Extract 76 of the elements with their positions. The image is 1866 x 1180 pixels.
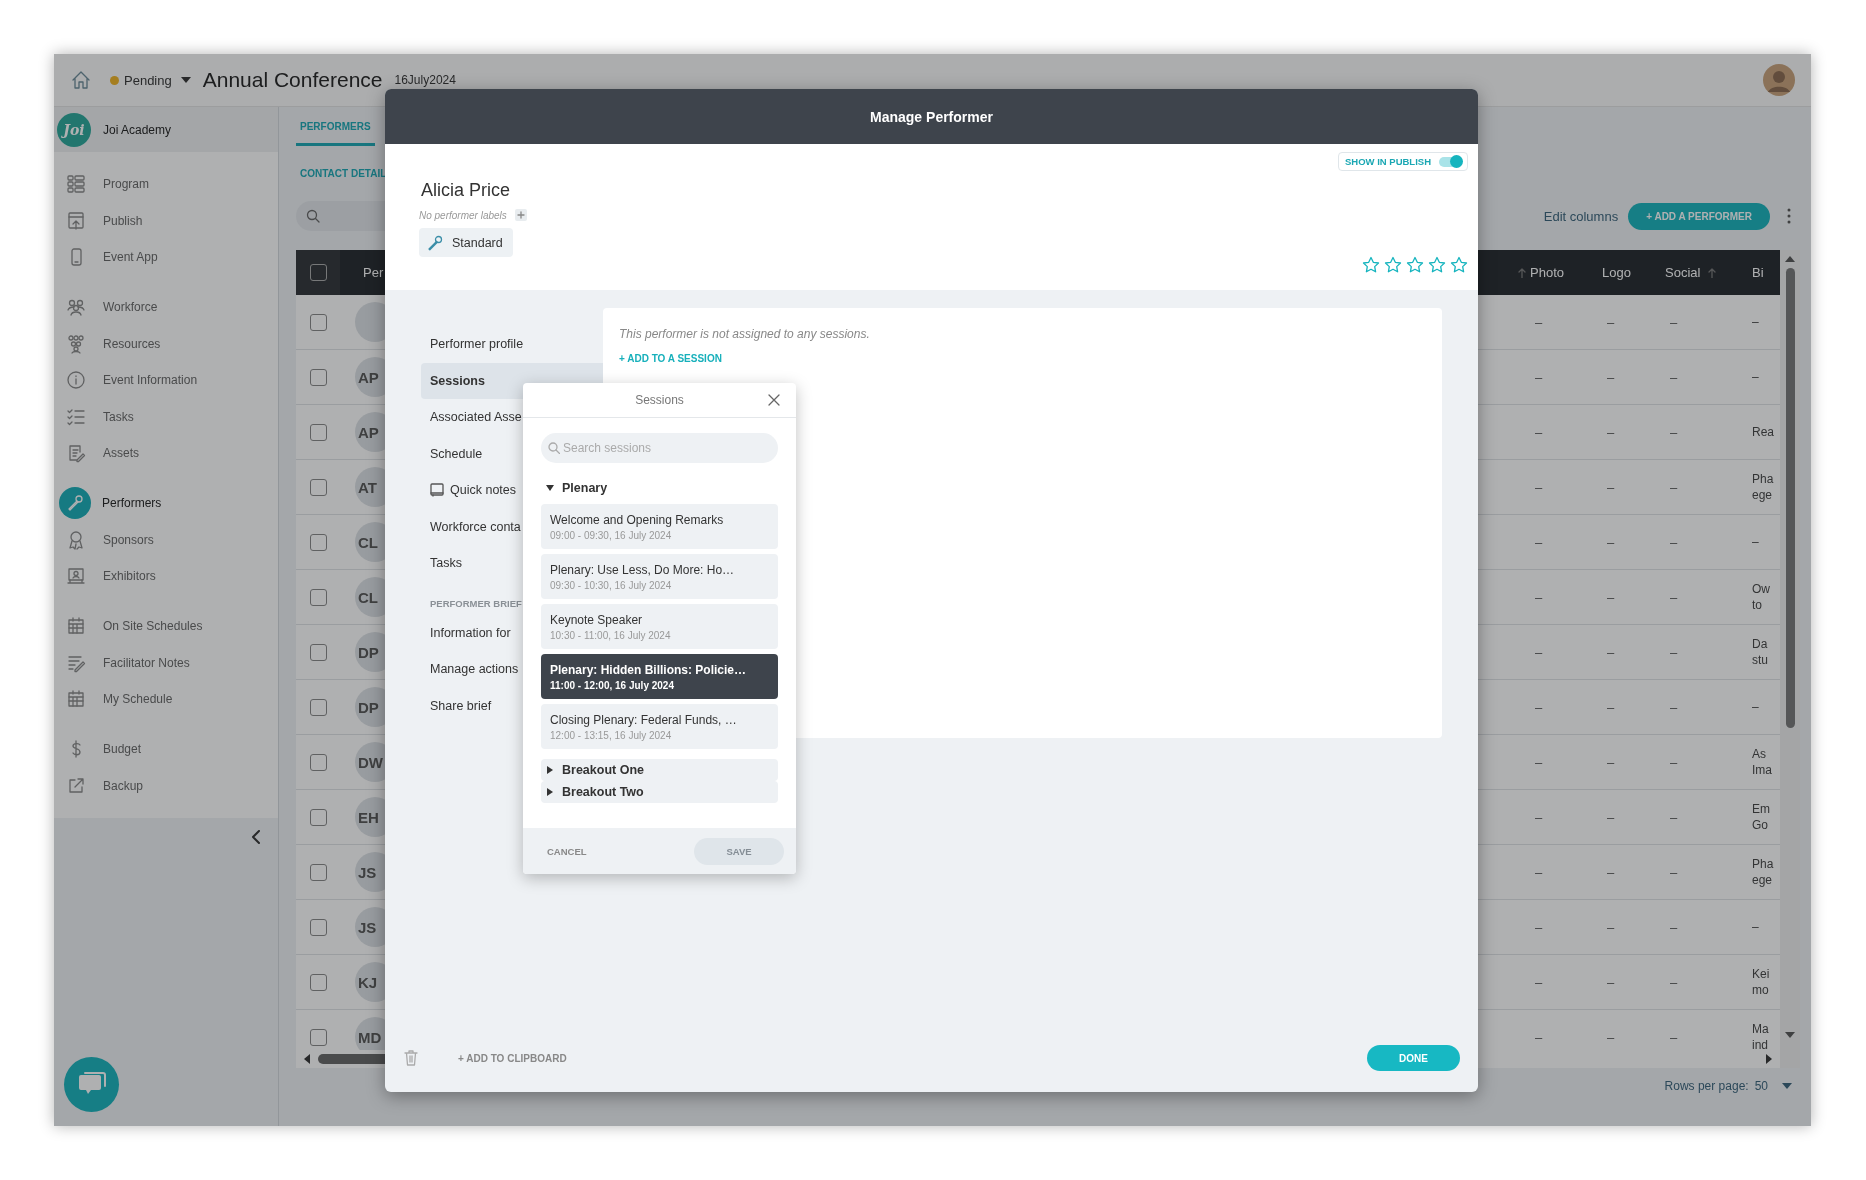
table-cell-text: –: [1606, 479, 1615, 495]
table-cell-text: –: [1669, 919, 1678, 935]
session-title: Keynote Speaker: [550, 612, 644, 627]
nav-section-label: PERFORMER BRIEF: [429, 596, 522, 611]
session-title: Plenary: Use Less, Do More: Ho…: [550, 562, 736, 577]
table-cell-text: –: [1534, 809, 1543, 825]
table-cell-text: –: [1669, 369, 1678, 385]
table-cell-text: –: [1534, 424, 1543, 440]
table-cell-text: –: [1606, 1029, 1615, 1045]
table-cell: –: [1752, 699, 1759, 715]
table-cell-text: –: [1534, 919, 1543, 935]
table-cell-text: –: [1606, 919, 1615, 935]
table-cell-text: –: [1534, 1029, 1543, 1045]
table-cell: –: [1752, 919, 1759, 935]
table-cell-text: –: [1669, 424, 1678, 440]
table-cell: Da stu: [1752, 636, 1768, 668]
table-cell: –: [1752, 369, 1759, 385]
event-title: Annual Conference: [202, 68, 383, 92]
session-title: Plenary: Hidden Billions: Policie…: [550, 662, 748, 677]
table-cell-text: –: [1606, 809, 1615, 825]
table-cell: Ow to: [1752, 581, 1770, 613]
table-cell-text: –: [1669, 314, 1678, 330]
table-cell: –: [1752, 314, 1759, 330]
table-cell-text: –: [1669, 974, 1678, 990]
table-cell-text: –: [1534, 699, 1543, 715]
session-time: 11:00 - 12:00, 16 July 2024: [550, 679, 675, 691]
table-cell-text: –: [1606, 369, 1615, 385]
table-cell-text: –: [1606, 314, 1615, 330]
table-cell-text: –: [1669, 1029, 1678, 1045]
table-cell-text: –: [1534, 754, 1543, 770]
session-time: 09:30 - 10:30, 16 July 2024: [550, 579, 673, 591]
table-cell-text: –: [1534, 864, 1543, 880]
session-time: 10:30 - 11:00, 16 July 2024: [550, 629, 672, 641]
table-cell-text: –: [1669, 864, 1678, 880]
table-cell-text: –: [1606, 974, 1615, 990]
table-cell-text: –: [1669, 809, 1678, 825]
table-cell-text: –: [1669, 644, 1678, 660]
table-cell: Pha ege: [1752, 471, 1774, 503]
session-time: 12:00 - 13:15, 16 July 2024: [550, 729, 673, 741]
table-cell-text: –: [1606, 644, 1615, 660]
table-cell-text: –: [1606, 534, 1615, 550]
table-cell: Pha ege: [1752, 856, 1774, 888]
dialog-title: Manage Performer: [385, 89, 1478, 144]
session-title: Closing Plenary: Federal Funds, …: [550, 712, 738, 727]
popup-title: Sessions: [635, 393, 684, 407]
table-cell-text: –: [1606, 589, 1615, 605]
empty-message: This performer is not assigned to any sessions.: [619, 327, 871, 341]
table-cell-text: –: [1606, 864, 1615, 880]
event-date: 16July2024: [394, 73, 456, 87]
table-cell: Kei mo: [1752, 966, 1770, 998]
table-cell-text: –: [1669, 479, 1678, 495]
table-cell-text: –: [1669, 589, 1678, 605]
table-cell: As Ima: [1752, 746, 1772, 778]
table-cell-text: –: [1669, 699, 1678, 715]
table-cell-text: –: [1606, 754, 1615, 770]
table-cell: Ma ind: [1752, 1021, 1769, 1050]
table-cell-text: –: [1606, 699, 1615, 715]
table-cell: –: [1752, 534, 1759, 550]
performer-name: Alicia Price: [421, 180, 511, 201]
table-cell-text: –: [1669, 754, 1678, 770]
table-cell-text: –: [1534, 314, 1543, 330]
table-cell: Em Go: [1752, 801, 1770, 833]
table-cell-text: –: [1534, 534, 1543, 550]
table-cell-text: –: [1534, 369, 1543, 385]
org-name: Joi Academy: [103, 122, 172, 137]
table-cell: Rea: [1752, 424, 1774, 440]
session-title: Welcome and Opening Remarks: [550, 512, 725, 527]
table-cell-text: –: [1534, 589, 1543, 605]
session-time: 09:00 - 09:30, 16 July 2024: [550, 529, 673, 541]
org-logo: Joi: [57, 112, 91, 147]
table-cell-text: –: [1669, 534, 1678, 550]
table-cell-text: –: [1534, 644, 1543, 660]
table-cell-text: –: [1534, 974, 1543, 990]
rows-per-page-label: Rows per page:: [1664, 1078, 1749, 1093]
table-cell-text: –: [1534, 479, 1543, 495]
table-cell-text: –: [1606, 424, 1615, 440]
